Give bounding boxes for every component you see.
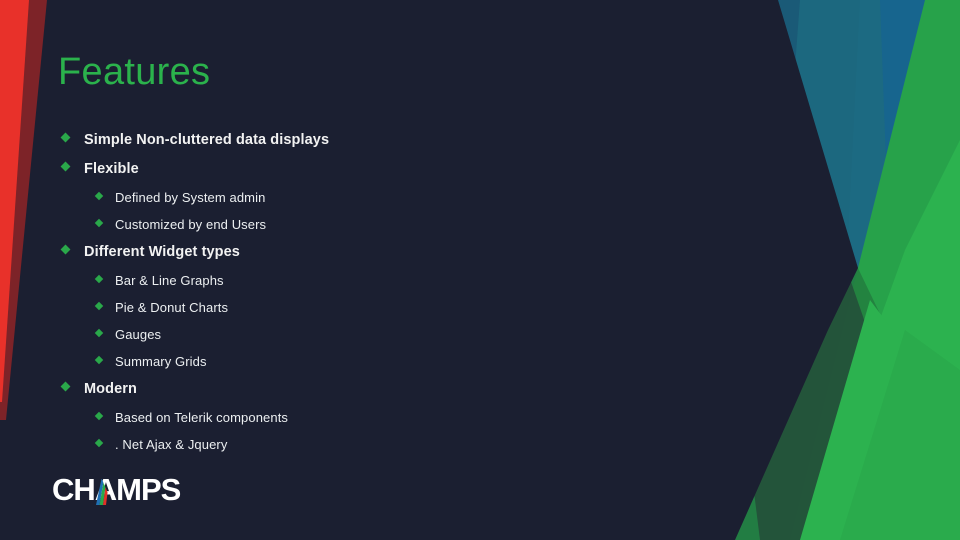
list-item: Gauges [0,327,700,354]
list-item-label: Simple Non-cluttered data displays [84,132,330,148]
list-item: Modern [0,381,700,410]
diamond-bullet-icon [94,411,104,421]
page-title: Features [58,51,211,93]
champs-wordmark: CHAMPS [52,474,181,507]
diamond-bullet-icon [94,274,104,284]
list-item: Flexible [0,161,700,190]
list-item: Pie & Donut Charts [0,300,700,327]
diamond-bullet-icon [94,328,104,338]
list-item-label: Pie & Donut Charts [115,300,229,315]
list-item: Simple Non-cluttered data displays [0,132,700,161]
diamond-bullet-icon [94,191,104,201]
list-item-label: Gauges [115,327,162,342]
list-item-label: Different Widget types [84,244,240,260]
diamond-bullet-icon [60,132,71,143]
list-item-label: Defined by System admin [115,190,266,205]
list-item: Bar & Line Graphs [0,273,700,300]
list-item: Customized by end Users [0,217,700,244]
list-item-label: Based on Telerik components [115,410,289,425]
diamond-bullet-icon [60,244,71,255]
diamond-bullet-icon [60,381,71,392]
list-item-label: Bar & Line Graphs [115,273,224,288]
list-item: Defined by System admin [0,190,700,217]
diamond-bullet-icon [94,301,104,311]
slide-content: Features Simple Non-cluttered data displ… [0,0,960,540]
diamond-bullet-icon [60,161,71,172]
list-item-label: Summary Grids [115,354,207,369]
diamond-bullet-icon [94,355,104,365]
diamond-bullet-icon [94,438,104,448]
list-item: . Net Ajax & Jquery [0,437,700,464]
slide: Features Simple Non-cluttered data displ… [0,0,960,540]
list-item-label: Flexible [84,161,139,177]
diamond-bullet-icon [94,218,104,228]
list-item-label: . Net Ajax & Jquery [115,437,228,452]
list-item: Different Widget types [0,244,700,273]
list-item: Based on Telerik components [0,410,700,437]
bullet-list: Simple Non-cluttered data displays Flexi… [0,132,700,464]
list-item: Summary Grids [0,354,700,381]
champs-logo: CHAMPS [52,474,182,507]
list-item-label: Modern [84,381,137,397]
list-item-label: Customized by end Users [115,217,267,232]
